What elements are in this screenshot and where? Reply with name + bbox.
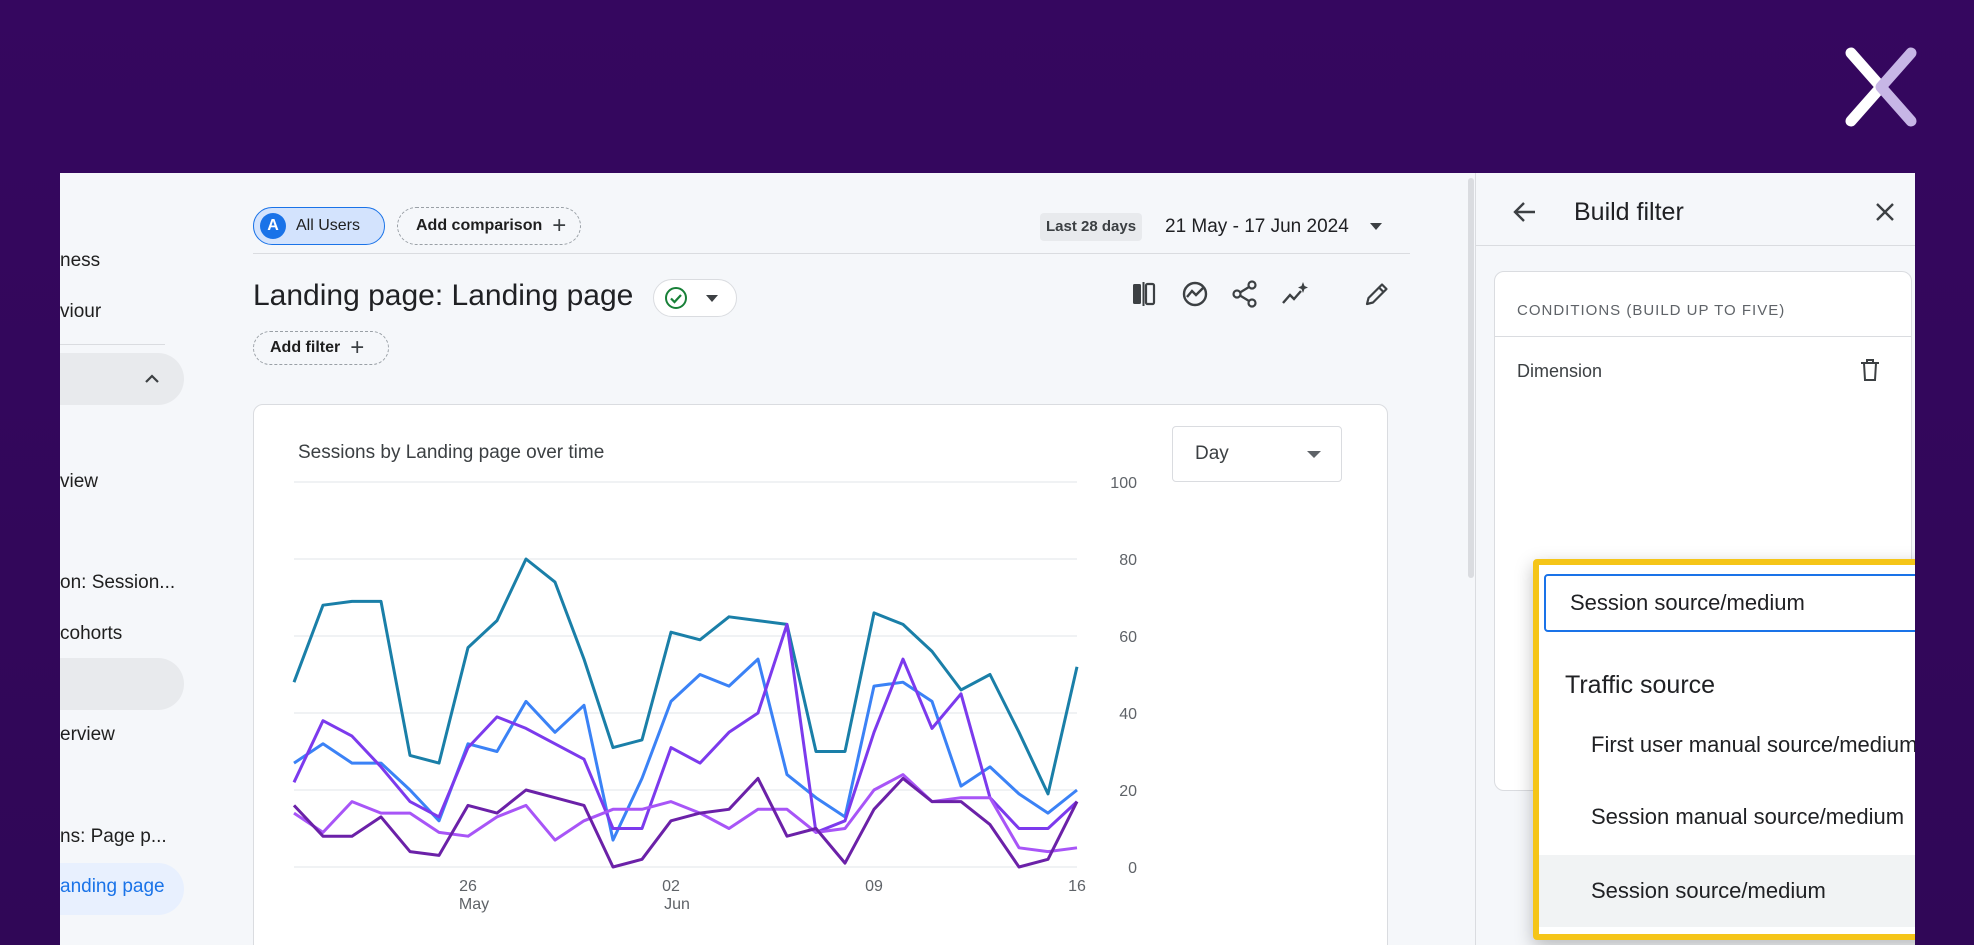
insights-chart-icon[interactable] — [1178, 277, 1212, 311]
add-filter-button[interactable]: Add filter + — [253, 331, 389, 365]
segment-label: All Users — [296, 217, 361, 234]
dropdown-option-label: Session source/medium — [1591, 878, 1826, 903]
option-group-label: Traffic source — [1565, 671, 1716, 699]
main-scrollbar[interactable] — [1468, 178, 1474, 578]
date-range-picker[interactable]: 21 May - 17 Jun 2024 — [1165, 213, 1349, 241]
panel-divider — [1476, 245, 1915, 246]
dropdown-option-label: First user manual source/medium — [1591, 732, 1915, 757]
sidebar: ness viour view on: Session... cohorts ervie… — [60, 173, 200, 945]
dimension-dropdown-highlight: Session source/medium Traffic source Fir… — [1533, 559, 1915, 940]
sidebar-item[interactable]: anding page — [60, 876, 165, 898]
x-tick-month-label: May — [459, 896, 489, 913]
date-dropdown-icon[interactable] — [1370, 223, 1382, 230]
header-divider — [253, 253, 1410, 254]
dimension-select[interactable]: Session source/medium — [1544, 574, 1915, 632]
page-title: Landing page: Landing page — [253, 279, 634, 312]
compare-columns-icon[interactable] — [1127, 277, 1161, 311]
sparkle-trend-icon[interactable] — [1278, 277, 1312, 311]
back-arrow-icon[interactable] — [1510, 197, 1540, 227]
chevron-up-icon — [145, 374, 159, 383]
chart-card: Sessions by Landing page over time Day 0… — [253, 404, 1388, 945]
analytics-app-window: ness viour view on: Session... cohorts ervie… — [60, 173, 1915, 945]
plus-icon: + — [552, 212, 567, 239]
share-icon[interactable] — [1228, 277, 1262, 311]
sidebar-item[interactable]: cohorts — [60, 623, 122, 645]
brand-logo-icon — [1845, 47, 1917, 127]
conditions-divider — [1495, 336, 1911, 337]
dimension-select-value: Session source/medium — [1570, 590, 1805, 615]
sidebar-section-expanded[interactable] — [60, 353, 184, 405]
y-tick-label: 100 — [1110, 475, 1137, 492]
series-line-1[interactable] — [292, 557, 1079, 796]
sidebar-item[interactable]: viour — [60, 301, 101, 323]
y-tick-label: 60 — [1119, 629, 1137, 646]
sidebar-item[interactable]: ns: Page p... — [60, 826, 167, 848]
add-comparison-label: Add comparison — [416, 217, 543, 234]
close-icon[interactable] — [1870, 197, 1900, 227]
dropdown-option[interactable]: First user manual source/medium — [1539, 709, 1915, 781]
dimension-label: Dimension — [1517, 361, 1603, 381]
y-tick-label: 40 — [1119, 706, 1137, 723]
chevron-down-icon — [706, 294, 718, 302]
sessions-line-chart: 0 20 40 60 80 100 26May 02Jun 09 16 — [292, 475, 1137, 913]
y-tick-label: 80 — [1119, 552, 1137, 569]
add-filter-label: Add filter — [270, 339, 341, 356]
panel-title: Build filter — [1574, 198, 1684, 226]
x-tick-label: 02 — [662, 878, 680, 895]
dropdown-option[interactable]: Session manual source/medium — [1539, 781, 1915, 853]
edit-pencil-icon[interactable] — [1360, 277, 1394, 311]
sidebar-item[interactable]: on: Session... — [60, 572, 175, 594]
sidebar-item-selected-group[interactable] — [60, 658, 184, 710]
sidebar-divider — [60, 344, 165, 345]
dropdown-option-label: Session manual source/medium — [1591, 804, 1905, 829]
sidebar-item[interactable]: ness — [60, 250, 100, 272]
plus-icon: + — [350, 334, 365, 361]
y-tick-label: 20 — [1119, 783, 1137, 800]
x-tick-month-label: Jun — [664, 896, 690, 913]
dropdown-option-selected[interactable]: Session source/medium — [1539, 855, 1915, 927]
conditions-header: CONDITIONS (BUILD UP TO FIVE) — [1517, 302, 1786, 319]
x-tick-label: 16 — [1068, 878, 1086, 895]
trash-icon[interactable] — [1859, 358, 1881, 382]
report-status-chip[interactable] — [653, 279, 737, 317]
sidebar-item[interactable]: erview — [60, 724, 115, 746]
y-tick-label: 0 — [1128, 860, 1137, 877]
segment-chip-all-users[interactable]: A All Users — [253, 207, 385, 245]
date-preset-label: Last 28 days — [1040, 213, 1143, 241]
check-circle-icon — [665, 287, 687, 309]
x-tick-label: 26 — [459, 878, 477, 895]
add-comparison-button[interactable]: Add comparison + — [397, 207, 581, 245]
x-tick-label: 09 — [865, 878, 883, 895]
sidebar-item[interactable]: view — [60, 471, 98, 493]
segment-avatar: A — [260, 213, 286, 239]
